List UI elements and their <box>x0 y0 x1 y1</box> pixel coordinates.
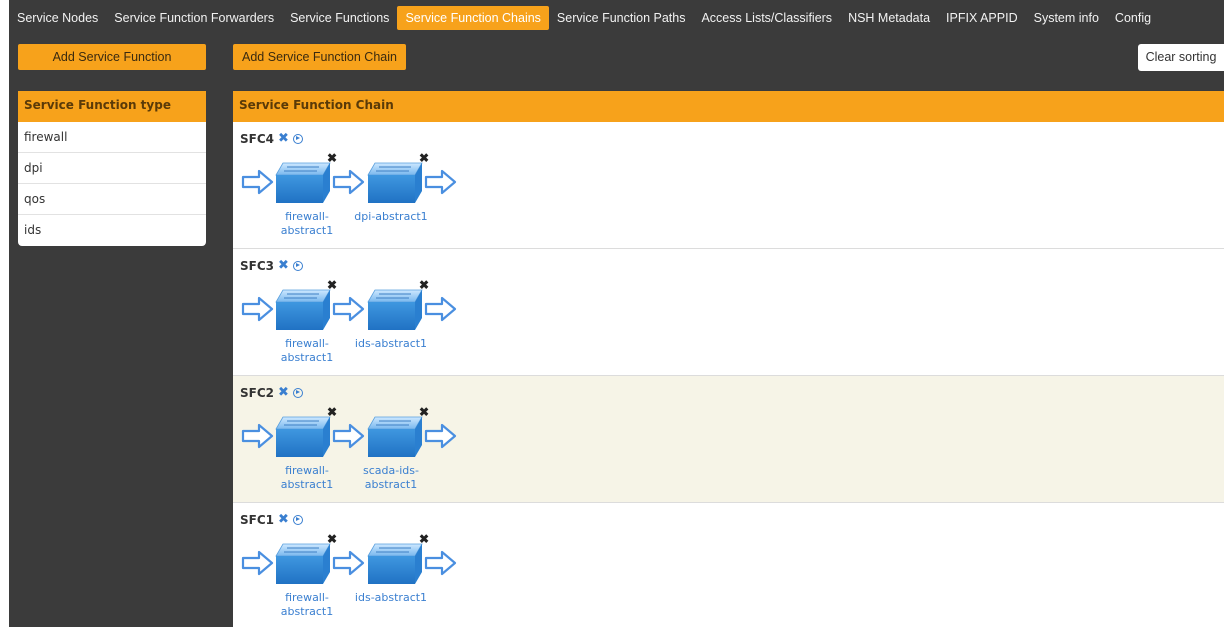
function-label-line1: firewall- <box>285 591 329 604</box>
right-arrow-icon <box>241 550 274 576</box>
sf-type-firewall[interactable]: firewall <box>18 122 206 153</box>
remove-function-icon[interactable]: ✖ <box>327 406 337 418</box>
clear-sorting-button[interactable]: Clear sorting <box>1138 44 1224 71</box>
function-label-line1: dpi-abstract1 <box>354 210 428 223</box>
tab-ipfix-appid[interactable]: IPFIX APPID <box>938 6 1026 30</box>
remove-function-icon[interactable]: ✖ <box>327 279 337 291</box>
add-service-function-chain-button[interactable]: Add Service Function Chain <box>233 44 406 70</box>
sf-type-header: Service Function type <box>18 91 206 122</box>
switch-icon[interactable] <box>271 288 333 332</box>
right-arrow-icon <box>241 296 274 322</box>
tab-config[interactable]: Config <box>1107 6 1159 30</box>
play-circle-icon[interactable] <box>292 387 303 398</box>
function-label[interactable]: firewall- abstract1 <box>267 464 347 492</box>
chain-flow: ✖ ✖ <box>241 152 461 212</box>
remove-function-icon[interactable]: ✖ <box>327 533 337 545</box>
chain-name: SFC3 <box>240 258 274 273</box>
play-circle-icon[interactable] <box>292 514 303 525</box>
switch-icon[interactable] <box>363 415 425 459</box>
chain-flow: ✖ ✖ <box>241 533 461 593</box>
function-label-line1: ids-abstract1 <box>354 591 428 604</box>
function-label[interactable]: ids-abstract1 <box>351 337 431 351</box>
chain-row: SFC2 ✖ ✖ ✖ firewall- abstract1 scada-ids… <box>233 376 1224 503</box>
chain-name: SFC1 <box>240 512 274 527</box>
play-circle-icon[interactable] <box>292 260 303 271</box>
right-arrow-icon <box>332 423 365 449</box>
close-icon[interactable]: ✖ <box>278 131 289 146</box>
tab-service-function-chains[interactable]: Service Function Chains <box>397 6 549 30</box>
tab-access-lists-classifiers[interactable]: Access Lists/Classifiers <box>693 6 840 30</box>
chain-name: SFC4 <box>240 131 274 146</box>
chain-row: SFC3 ✖ ✖ ✖ firewall- abstract1 ids-abstr… <box>233 249 1224 376</box>
function-label[interactable]: ids-abstract1 <box>351 591 431 605</box>
remove-function-icon[interactable]: ✖ <box>419 406 429 418</box>
chain-title: SFC2 ✖ <box>240 385 303 400</box>
function-label-line1: firewall- <box>285 337 329 350</box>
switch-icon[interactable] <box>271 161 333 205</box>
remove-function-icon[interactable]: ✖ <box>419 533 429 545</box>
close-icon[interactable]: ✖ <box>278 258 289 273</box>
app-window: Service Nodes Service Function Forwarder… <box>9 0 1224 627</box>
play-circle-icon[interactable] <box>292 133 303 144</box>
close-icon[interactable]: ✖ <box>278 512 289 527</box>
switch-icon[interactable] <box>363 288 425 332</box>
tab-service-functions[interactable]: Service Functions <box>282 6 397 30</box>
chain-title: SFC3 ✖ <box>240 258 303 273</box>
tab-service-function-paths[interactable]: Service Function Paths <box>549 6 694 30</box>
function-label-line1: ids-abstract1 <box>354 337 428 350</box>
chain-name: SFC2 <box>240 385 274 400</box>
chain-title: SFC1 ✖ <box>240 512 303 527</box>
chain-row: SFC1 ✖ ✖ ✖ firewall- abstract1 ids-abstr… <box>233 503 1224 627</box>
chain-list: SFC4 ✖ ✖ ✖ firewall- abstract1 dpi-abstr… <box>233 122 1224 627</box>
tab-service-nodes[interactable]: Service Nodes <box>9 6 106 30</box>
function-label[interactable]: firewall- abstract1 <box>267 337 347 365</box>
function-label-line1: scada-ids- <box>363 464 419 477</box>
right-arrow-icon <box>332 169 365 195</box>
function-label-line2: abstract1 <box>280 478 334 491</box>
switch-icon[interactable] <box>271 415 333 459</box>
function-label[interactable]: dpi-abstract1 <box>351 210 431 224</box>
chain-title: SFC4 ✖ <box>240 131 303 146</box>
function-label-line2: abstract1 <box>280 224 334 237</box>
right-arrow-icon <box>241 423 274 449</box>
function-label[interactable]: firewall- abstract1 <box>267 210 347 238</box>
service-function-type-panel: Service Function type firewall dpi qos i… <box>18 91 206 246</box>
switch-icon[interactable] <box>363 542 425 586</box>
right-arrow-icon <box>332 296 365 322</box>
function-label-line1: firewall- <box>285 210 329 223</box>
right-arrow-icon <box>332 550 365 576</box>
tab-nsh-metadata[interactable]: NSH Metadata <box>840 6 938 30</box>
function-label-line2: abstract1 <box>280 605 334 618</box>
tab-system-info[interactable]: System info <box>1026 6 1107 30</box>
right-arrow-icon <box>424 550 457 576</box>
top-navigation: Service Nodes Service Function Forwarder… <box>9 0 1224 36</box>
right-arrow-icon <box>424 169 457 195</box>
service-function-chain-panel: Service Function Chain SFC4 ✖ ✖ ✖ firewa… <box>233 91 1224 627</box>
right-arrow-icon <box>241 169 274 195</box>
function-label[interactable]: firewall- abstract1 <box>267 591 347 619</box>
chain-flow: ✖ ✖ <box>241 279 461 339</box>
chain-flow: ✖ ✖ <box>241 406 461 466</box>
switch-icon[interactable] <box>271 542 333 586</box>
function-label[interactable]: scada-ids- abstract1 <box>351 464 431 492</box>
right-arrow-icon <box>424 296 457 322</box>
switch-icon[interactable] <box>363 161 425 205</box>
add-service-function-button[interactable]: Add Service Function <box>18 44 206 70</box>
tab-service-function-forwarders[interactable]: Service Function Forwarders <box>106 6 282 30</box>
function-label-line2: abstract1 <box>280 351 334 364</box>
sf-type-ids[interactable]: ids <box>18 215 206 246</box>
sfc-header: Service Function Chain <box>233 91 1224 122</box>
sf-type-qos[interactable]: qos <box>18 184 206 215</box>
remove-function-icon[interactable]: ✖ <box>419 152 429 164</box>
right-arrow-icon <box>424 423 457 449</box>
close-icon[interactable]: ✖ <box>278 385 289 400</box>
function-label-line1: firewall- <box>285 464 329 477</box>
chain-row: SFC4 ✖ ✖ ✖ firewall- abstract1 dpi-abstr… <box>233 122 1224 249</box>
function-label-line2: abstract1 <box>364 478 418 491</box>
remove-function-icon[interactable]: ✖ <box>419 279 429 291</box>
sf-type-dpi[interactable]: dpi <box>18 153 206 184</box>
remove-function-icon[interactable]: ✖ <box>327 152 337 164</box>
